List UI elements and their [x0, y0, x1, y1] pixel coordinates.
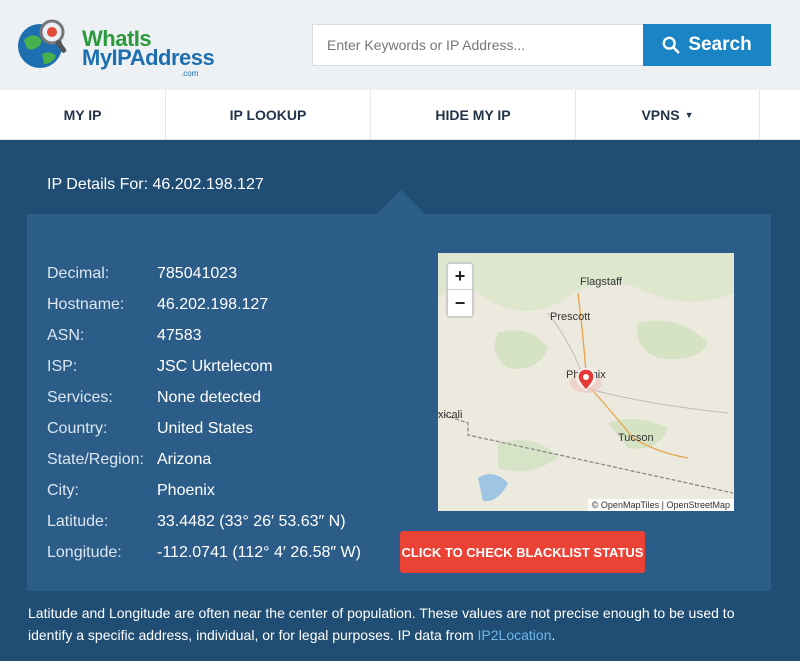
- detail-value: Arizona: [157, 450, 212, 468]
- detail-row-isp: ISP: JSC Ukrtelecom: [47, 351, 361, 382]
- nav-item-hide-my-ip[interactable]: HIDE MY IP: [371, 90, 576, 140]
- search-input[interactable]: [312, 24, 644, 66]
- logo-text-line2: MyIPAddress: [82, 45, 215, 70]
- detail-label: Longitude:: [47, 543, 122, 561]
- detail-value: -112.0741 (112° 4′ 26.58″ W): [157, 543, 361, 561]
- map-label-prescott: Prescott: [550, 311, 591, 323]
- detail-value: JSC Ukrtelecom: [157, 357, 273, 375]
- search-button[interactable]: Search: [643, 24, 771, 66]
- detail-row-country: Country: United States: [47, 413, 361, 444]
- ip-details-heading: IP Details For: 46.202.198.127: [47, 176, 264, 193]
- footer-note: Latitude and Longitude are often near th…: [28, 602, 778, 646]
- ip-details-list: Decimal: 785041023 Hostname: 46.202.198.12…: [47, 258, 361, 568]
- map-zoom-control: + −: [446, 262, 474, 318]
- detail-label: City:: [47, 481, 79, 499]
- detail-label: Decimal:: [47, 264, 110, 282]
- detail-label: Services:: [47, 388, 113, 406]
- detail-value: 33.4482 (33° 26′ 53.63″ N): [157, 512, 346, 530]
- search-icon: [662, 36, 680, 54]
- detail-value: Phoenix: [157, 481, 215, 499]
- ip2location-link[interactable]: IP2Location: [478, 627, 552, 643]
- detail-row-longitude: Longitude: -112.0741 (112° 4′ 26.58″ W): [47, 537, 361, 568]
- detail-row-decimal: Decimal: 785041023: [47, 258, 361, 289]
- detail-label: Latitude:: [47, 512, 109, 530]
- zoom-out-button[interactable]: −: [448, 290, 472, 316]
- location-pin-icon: [576, 368, 596, 391]
- nav-item-label: VPNS: [641, 107, 680, 123]
- panel-pointer: [377, 190, 425, 214]
- detail-label: Hostname:: [47, 295, 125, 313]
- nav-item-my-ip[interactable]: MY IP: [0, 90, 166, 140]
- location-map[interactable]: + − Flagstaff Prescott Phoenix Tucson xi…: [438, 253, 734, 511]
- detail-value: 46.202.198.127: [157, 295, 269, 313]
- detail-value: 47583: [157, 326, 202, 344]
- site-header: WhatIs MyIPAddress .com Search: [0, 0, 800, 90]
- detail-row-hostname: Hostname: 46.202.198.127: [47, 289, 361, 320]
- detail-value: United States: [157, 419, 254, 437]
- detail-label: ISP:: [47, 357, 78, 375]
- detail-label: State/Region:: [47, 450, 144, 468]
- detail-label: Country:: [47, 419, 108, 437]
- chevron-down-icon: ▼: [684, 110, 694, 120]
- footer-note-end: .: [551, 627, 556, 643]
- nav-item-vpns[interactable]: VPNS ▼: [576, 90, 760, 140]
- map-label-tucson: Tucson: [618, 432, 654, 444]
- map-attribution[interactable]: © OpenMapTiles | OpenStreetMap: [587, 499, 734, 511]
- map-label-mexicali: xicali: [438, 409, 463, 421]
- footer-note-text: Latitude and Longitude are often near th…: [28, 605, 735, 643]
- detail-value: 785041023: [157, 264, 238, 282]
- site-logo[interactable]: WhatIs MyIPAddress .com: [14, 14, 215, 78]
- detail-label: ASN:: [47, 326, 85, 344]
- nav-item-label: IP LOOKUP: [229, 107, 307, 123]
- detail-row-city: City: Phoenix: [47, 475, 361, 506]
- zoom-in-button[interactable]: +: [448, 264, 472, 290]
- detail-row-latitude: Latitude: 33.4482 (33° 26′ 53.63″ N): [47, 506, 361, 537]
- nav-item-label: HIDE MY IP: [435, 107, 511, 123]
- main-nav: MY IP IP LOOKUP HIDE MY IP VPNS ▼: [0, 90, 800, 140]
- detail-row-state: State/Region: Arizona: [47, 444, 361, 475]
- detail-row-asn: ASN: 47583: [47, 320, 361, 351]
- check-blacklist-button[interactable]: CLICK TO CHECK BLACKLIST STATUS: [400, 531, 645, 573]
- detail-row-services: Services: None detected: [47, 382, 361, 413]
- search-button-label: Search: [688, 34, 752, 55]
- map-label-flagstaff: Flagstaff: [580, 276, 622, 288]
- nav-item-label: MY IP: [63, 107, 102, 123]
- globe-magnifier-icon: [18, 19, 67, 68]
- nav-item-ip-lookup[interactable]: IP LOOKUP: [166, 90, 371, 140]
- detail-value: None detected: [157, 388, 262, 406]
- logo-text-line3: .com: [181, 69, 199, 78]
